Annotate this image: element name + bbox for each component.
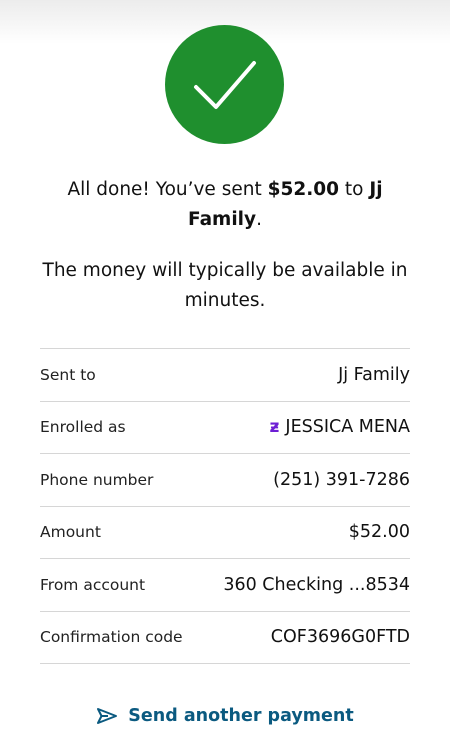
detail-row-confirmation-code: Confirmation code COF3696G0FTD: [40, 612, 410, 664]
message-prefix: All done! You’ve sent: [67, 179, 268, 200]
detail-label: Amount: [40, 523, 101, 542]
detail-row-enrolled-as: Enrolled as ƶ JESSICA MENA: [40, 402, 410, 454]
detail-label: Sent to: [40, 365, 96, 384]
zelle-icon: ƶ: [269, 417, 280, 438]
send-icon: [96, 707, 118, 725]
send-another-payment-button[interactable]: Send another payment: [0, 706, 450, 726]
message-middle: to: [338, 179, 370, 200]
detail-label: Phone number: [40, 470, 154, 489]
detail-row-from-account: From account 360 Checking ...8534: [40, 559, 410, 612]
availability-message: The money will typically be available in…: [42, 260, 408, 311]
detail-row-amount: Amount $52.00: [40, 507, 410, 559]
send-another-label: Send another payment: [128, 706, 354, 726]
confirmation-message: All done! You’ve sent $52.00 to Jj Famil…: [40, 175, 410, 235]
success-badge: [165, 25, 284, 144]
detail-label: Confirmation code: [40, 628, 183, 647]
message-amount: $52.00: [267, 179, 339, 200]
checkmark-icon: [193, 60, 256, 109]
detail-label: Enrolled as: [40, 418, 126, 437]
detail-value: 360 Checking ...8534: [223, 574, 410, 595]
detail-value-wrapper: ƶ JESSICA MENA: [270, 417, 410, 437]
detail-value: (251) 391-7286: [273, 469, 410, 490]
message-suffix: .: [256, 209, 262, 230]
transfer-details: Sent to Jj Family Enrolled as ƶ JESSICA …: [40, 348, 410, 664]
detail-row-sent-to: Sent to Jj Family: [40, 349, 410, 402]
detail-value: $52.00: [348, 522, 410, 543]
detail-value: Jj Family: [338, 364, 410, 385]
detail-label: From account: [40, 575, 146, 594]
detail-value: JESSICA MENA: [285, 417, 410, 438]
detail-row-phone-number: Phone number (251) 391-7286: [40, 454, 410, 507]
detail-value: COF3696G0FTD: [270, 627, 410, 648]
